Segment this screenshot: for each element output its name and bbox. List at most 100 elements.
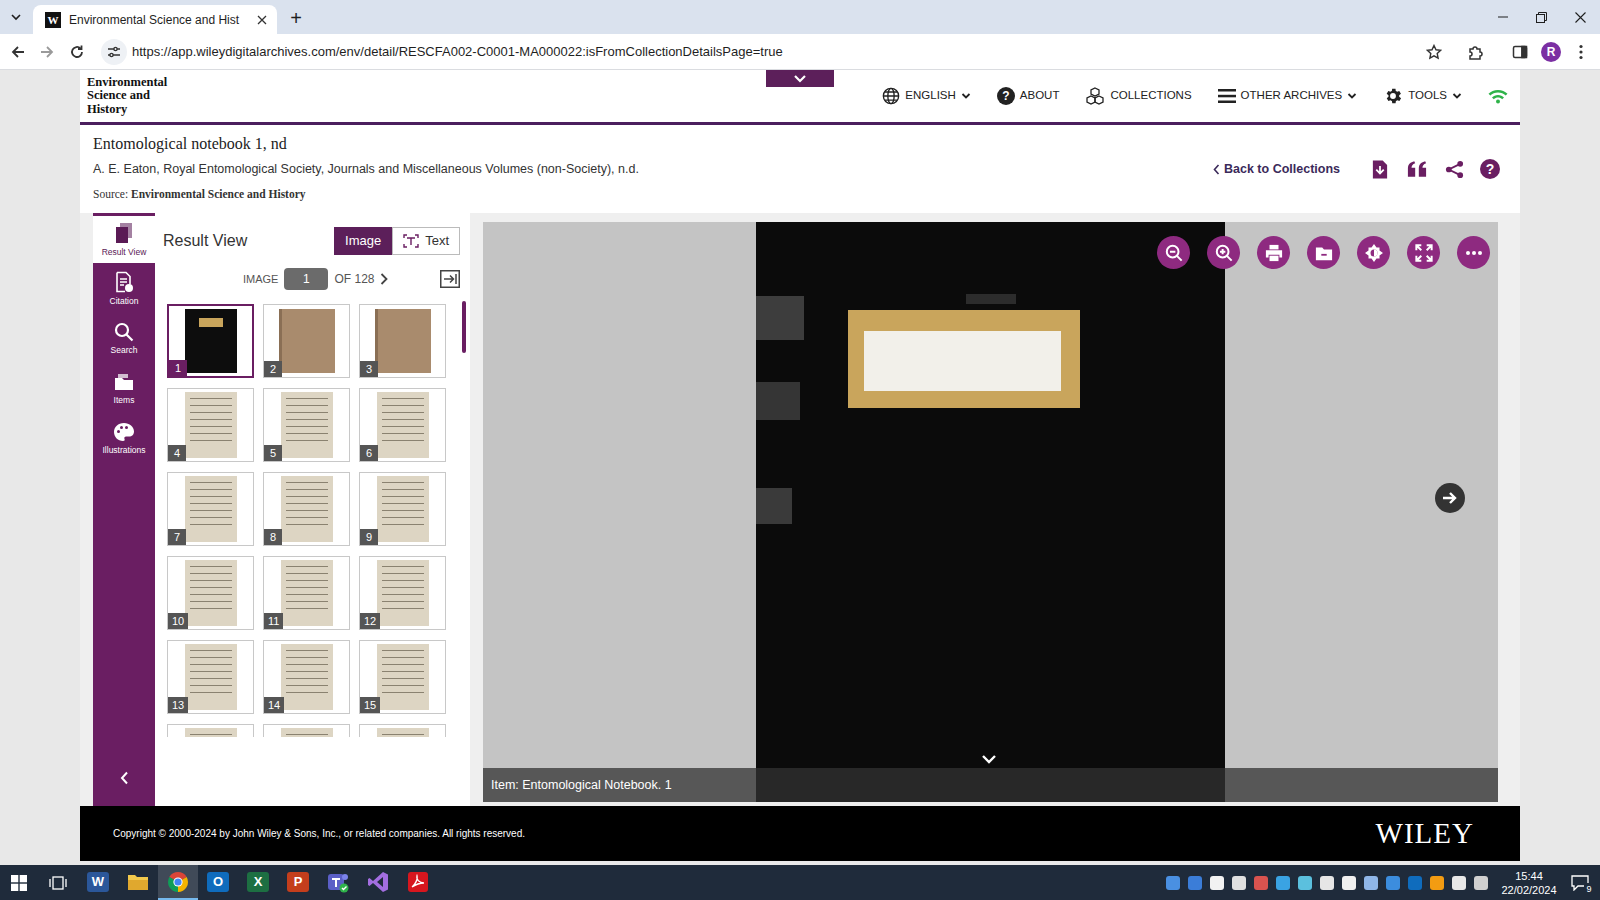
browser-menu-button[interactable]	[1566, 38, 1596, 66]
close-window-button[interactable]	[1560, 0, 1600, 34]
taskbar-app[interactable]: X	[238, 865, 278, 900]
taskbar-app[interactable]	[118, 865, 158, 900]
next-page-button[interactable]	[1435, 483, 1465, 513]
tray-icon[interactable]	[1430, 876, 1444, 890]
new-tab-button[interactable]: +	[283, 5, 309, 31]
thumbnail[interactable]: 9	[359, 472, 446, 546]
minimize-icon	[1498, 12, 1508, 22]
site-info-button[interactable]	[101, 39, 127, 65]
zoom-in-button[interactable]	[1207, 236, 1240, 269]
view-mode-button[interactable]: Text	[392, 227, 460, 255]
tray-icon[interactable]	[1188, 876, 1202, 890]
side-panel-button[interactable]	[1505, 38, 1535, 66]
taskbar-app[interactable]	[398, 865, 438, 900]
brightness-button[interactable]	[1357, 236, 1390, 269]
tray-icon[interactable]	[1342, 876, 1356, 890]
sidebar-item[interactable]: Citation	[93, 263, 155, 313]
more-button[interactable]	[1457, 236, 1490, 269]
restore-button[interactable]	[1522, 0, 1560, 34]
fullscreen-button[interactable]	[1407, 236, 1440, 269]
thumbnail[interactable]	[167, 724, 254, 737]
tray-icon[interactable]	[1364, 876, 1378, 890]
expand-panel-button[interactable]	[440, 269, 460, 289]
extensions-button[interactable]	[1461, 38, 1491, 66]
url-text[interactable]: https://app.wileydigitalarchives.com/env…	[132, 42, 783, 62]
bookmark-button[interactable]	[1419, 38, 1449, 66]
profile-button[interactable]: R	[1536, 38, 1566, 66]
tray-icon[interactable]	[1210, 876, 1224, 890]
clock[interactable]: 15:44 22/02/2024	[1498, 869, 1560, 897]
thumbnail-scrollbar[interactable]	[462, 301, 466, 353]
tray-icon[interactable]	[1386, 876, 1400, 890]
thumbnail[interactable]: 4	[167, 388, 254, 462]
next-image-chevron-icon[interactable]	[380, 273, 388, 285]
cite-button[interactable]	[1406, 158, 1428, 180]
tray-icon[interactable]	[1298, 876, 1312, 890]
thumbnail[interactable]	[263, 724, 350, 737]
source-name[interactable]: Environmental Science and History	[131, 188, 306, 200]
thumbnail[interactable]: 15	[359, 640, 446, 714]
download-button[interactable]	[1369, 158, 1391, 180]
forward-button[interactable]	[32, 38, 62, 66]
nav-item[interactable]: TOOLS	[1383, 86, 1462, 106]
wiley-logo[interactable]: WILEY	[1376, 819, 1474, 848]
task-view-button[interactable]	[38, 865, 78, 900]
scroll-down-chevron-icon[interactable]	[981, 754, 997, 764]
taskbar-app[interactable]: P	[278, 865, 318, 900]
taskbar-app[interactable]: W	[78, 865, 118, 900]
taskbar-app[interactable]	[358, 865, 398, 900]
close-tab-icon[interactable]	[257, 15, 267, 25]
thumbnail[interactable]: 1	[167, 304, 254, 378]
thumbnail[interactable]: 10	[167, 556, 254, 630]
board-thumbnail-image	[375, 309, 431, 373]
tray-icon[interactable]	[1320, 876, 1334, 890]
tab-search-button[interactable]	[0, 0, 32, 34]
thumbnail[interactable]: 11	[263, 556, 350, 630]
tray-icon[interactable]	[1254, 876, 1268, 890]
tray-icon[interactable]	[1474, 876, 1488, 890]
back-to-collections-link[interactable]: Back to Collections	[1213, 160, 1340, 179]
tray-icon[interactable]	[1166, 876, 1180, 890]
header-collapse-tab[interactable]	[766, 70, 834, 87]
collapse-sidebar-button[interactable]	[93, 768, 155, 788]
nav-item[interactable]: OTHER ARCHIVES	[1218, 87, 1358, 104]
browser-tab[interactable]: WEnvironmental Science and Hist	[33, 5, 277, 34]
tray-icon[interactable]	[1452, 876, 1466, 890]
thumbnail[interactable]: 2	[263, 304, 350, 378]
save-button[interactable]	[1307, 236, 1340, 269]
site-logo[interactable]: EnvironmentalScience andHistory	[80, 76, 167, 117]
image-number-input[interactable]: 1	[284, 268, 328, 290]
start-button[interactable]	[0, 865, 38, 900]
thumbnail[interactable]: 6	[359, 388, 446, 462]
taskbar-app[interactable]	[318, 865, 358, 900]
nav-item[interactable]: ?ABOUT	[997, 87, 1060, 105]
share-button[interactable]	[1443, 158, 1465, 180]
thumbnail[interactable]	[359, 724, 446, 737]
minimize-button[interactable]	[1484, 0, 1522, 34]
print-button[interactable]	[1257, 236, 1290, 269]
taskbar-app[interactable]: O	[198, 865, 238, 900]
sidebar-item[interactable]: Illustrations	[93, 413, 155, 463]
tray-icon[interactable]	[1276, 876, 1290, 890]
help-button[interactable]: ?	[1480, 159, 1500, 179]
thumbnail[interactable]: 8	[263, 472, 350, 546]
nav-item[interactable]: ENGLISH	[882, 87, 971, 105]
thumbnail[interactable]: 5	[263, 388, 350, 462]
sidebar-item[interactable]: Items	[93, 363, 155, 413]
nav-item[interactable]: COLLECTIONS	[1085, 87, 1191, 105]
tray-icon[interactable]	[1232, 876, 1246, 890]
zoom-out-button[interactable]	[1157, 236, 1190, 269]
thumbnail[interactable]: 12	[359, 556, 446, 630]
sidebar-item[interactable]: Result View	[93, 213, 155, 263]
thumbnail[interactable]: 7	[167, 472, 254, 546]
notification-button[interactable]: 9	[1560, 865, 1600, 900]
reload-button[interactable]	[62, 38, 92, 66]
back-button[interactable]	[4, 38, 32, 66]
taskbar-app[interactable]	[158, 865, 198, 900]
view-mode-button[interactable]: Image	[334, 227, 392, 255]
thumbnail[interactable]: 13	[167, 640, 254, 714]
tray-icon[interactable]	[1408, 876, 1422, 890]
thumbnail[interactable]: 14	[263, 640, 350, 714]
sidebar-item[interactable]: Search	[93, 313, 155, 363]
thumbnail[interactable]: 3	[359, 304, 446, 378]
